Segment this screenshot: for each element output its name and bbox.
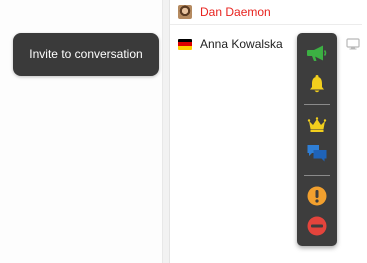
monitor-icon — [346, 38, 360, 50]
warning-icon — [307, 186, 327, 206]
menu-separator — [304, 104, 330, 105]
menu-item-invite[interactable] — [297, 40, 337, 66]
user-action-menu — [297, 33, 337, 246]
chat-bubbles-icon — [307, 145, 327, 162]
menu-item-warn[interactable] — [297, 183, 337, 209]
user-list: Dan Daemon Anna Kowalska — [170, 0, 367, 263]
menu-item-notify[interactable] — [297, 71, 337, 97]
crown-icon — [307, 117, 327, 132]
bell-icon — [310, 75, 324, 93]
megaphone-icon — [307, 45, 327, 61]
flag-germany-icon — [178, 38, 192, 50]
user-row-dan-daemon[interactable]: Dan Daemon — [170, 0, 362, 25]
menu-separator — [304, 175, 330, 176]
menu-item-make-moderator[interactable] — [297, 112, 337, 138]
invite-tooltip: Invite to conversation — [13, 33, 159, 76]
user-name: Anna Kowalska — [200, 37, 283, 51]
menu-item-private-chat[interactable] — [297, 140, 337, 166]
pane-divider[interactable] — [162, 0, 170, 263]
avatar-icon — [178, 4, 192, 19]
user-name: Dan Daemon — [200, 4, 271, 19]
block-icon — [307, 216, 327, 236]
menu-item-block[interactable] — [297, 213, 337, 239]
